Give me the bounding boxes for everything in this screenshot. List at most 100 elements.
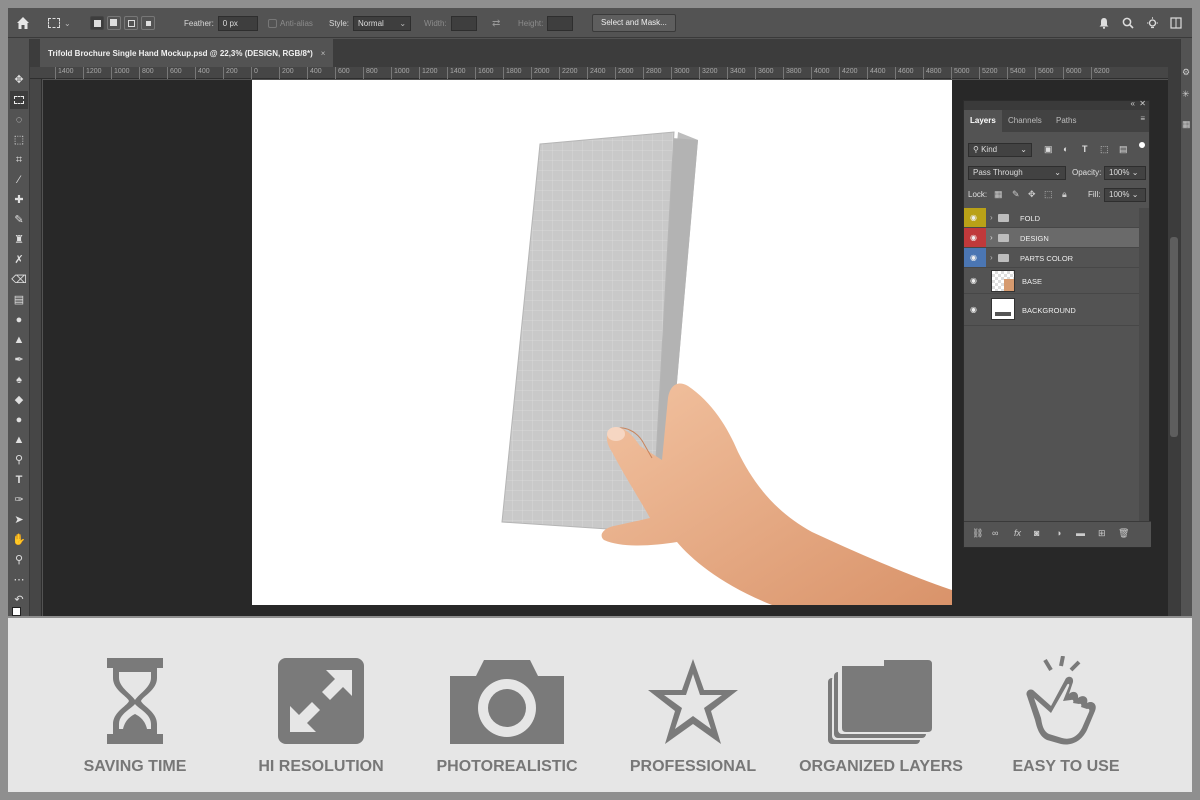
- lock-position-icon[interactable]: ✥: [1028, 189, 1036, 200]
- opacity-input[interactable]: 100% ⌄: [1104, 166, 1146, 180]
- features-strip: SAVING TIME HI RESOLUTION PHOTOREALISTIC…: [8, 618, 1192, 792]
- new-selection-button[interactable]: [90, 16, 104, 30]
- height-input[interactable]: [547, 15, 574, 31]
- workspace-button[interactable]: [1170, 8, 1182, 38]
- smudge-tool-icon[interactable]: ♠: [10, 371, 28, 389]
- notifications-button[interactable]: [1098, 8, 1110, 38]
- document-tab[interactable]: Trifold Brochure Single Hand Mockup.psd …: [40, 39, 334, 67]
- adjustments-icon[interactable]: ✳: [1182, 89, 1190, 100]
- width-input[interactable]: [450, 15, 477, 31]
- discover-button[interactable]: [1146, 8, 1159, 38]
- link-icon[interactable]: ⛓: [972, 528, 983, 539]
- pixel-filter-icon[interactable]: ▣: [1044, 144, 1053, 155]
- history-brush-icon[interactable]: ✗: [10, 251, 28, 269]
- object-selection-icon[interactable]: ⬚: [10, 131, 28, 149]
- chevron-right-icon[interactable]: ›: [990, 253, 993, 262]
- new-group-icon[interactable]: ▬: [1076, 528, 1085, 538]
- marquee-tool-preset[interactable]: ⌄: [48, 8, 71, 38]
- filter-kind-select[interactable]: ⚲ Kind ⌄: [968, 143, 1032, 157]
- eye-icon[interactable]: ◉: [970, 305, 977, 314]
- eye-icon[interactable]: ◉: [970, 213, 977, 222]
- panel-menu-icon[interactable]: ≡: [1140, 114, 1145, 123]
- search-button[interactable]: [1122, 8, 1134, 38]
- tab-channels[interactable]: Channels: [1002, 110, 1048, 132]
- eyedropper-tool-icon[interactable]: ⁄: [10, 171, 28, 189]
- marquee-tool-icon[interactable]: [10, 91, 28, 109]
- fill-tool-icon[interactable]: ◆: [10, 391, 28, 409]
- blend-mode-select[interactable]: Pass Through ⌄: [968, 166, 1066, 180]
- lightbulb-icon: [1147, 16, 1158, 28]
- subtract-selection-button[interactable]: [124, 16, 138, 30]
- document-canvas[interactable]: [252, 80, 952, 605]
- properties-icon[interactable]: ⚙: [1182, 67, 1190, 78]
- layer-row[interactable]: ◉ BASE: [964, 268, 1139, 294]
- tab-layers[interactable]: Layers: [964, 110, 1002, 132]
- eraser-tool-icon[interactable]: ⌫: [10, 271, 28, 289]
- eye-icon[interactable]: ◉: [970, 233, 977, 242]
- filter-kind-value: Kind: [981, 145, 998, 154]
- layers-scrollbar[interactable]: [1139, 208, 1149, 523]
- adjustment-icon[interactable]: ◑: [1056, 528, 1061, 538]
- crop-tool-icon[interactable]: ⌗: [10, 151, 28, 169]
- type-filter-icon[interactable]: T: [1082, 144, 1088, 154]
- mask-icon[interactable]: ◙: [1034, 528, 1039, 538]
- swap-icon[interactable]: ⇄: [492, 8, 500, 38]
- scroll-thumb[interactable]: [1170, 237, 1178, 437]
- feather-input[interactable]: 0 px: [217, 15, 258, 31]
- trash-icon[interactable]: 🗑︎: [1118, 528, 1129, 539]
- close-tab-icon[interactable]: ×: [321, 49, 326, 58]
- layer-row[interactable]: ◉ BACKGROUND: [964, 294, 1139, 326]
- chevron-right-icon[interactable]: ›: [990, 233, 993, 242]
- style-select[interactable]: Normal ⌄: [353, 15, 412, 31]
- new-layer-icon[interactable]: ⊞: [1098, 528, 1106, 539]
- hand-tool-icon[interactable]: ✋: [10, 531, 28, 549]
- libraries-icon[interactable]: ▦: [1182, 119, 1191, 130]
- fx-icon[interactable]: fx: [1014, 528, 1021, 538]
- intersect-selection-button[interactable]: [141, 16, 155, 30]
- layer-row-selected[interactable]: ◉ › DESIGN: [964, 228, 1139, 248]
- shape-filter-icon[interactable]: ⬚: [1100, 144, 1109, 155]
- path-selection-icon[interactable]: ✑: [10, 491, 28, 509]
- close-panel-icon[interactable]: ✕: [1139, 99, 1146, 108]
- lock-transparent-icon[interactable]: ▦: [994, 189, 1003, 200]
- antialias-checkbox[interactable]: [268, 18, 277, 28]
- gradient-tool-icon[interactable]: ▤: [10, 291, 28, 309]
- layer-row[interactable]: ◉ › FOLD: [964, 208, 1139, 228]
- zoom-tool-icon[interactable]: ⚲: [10, 551, 28, 569]
- lock-artboard-icon[interactable]: ⬚: [1044, 189, 1053, 200]
- antialias-label: Anti-alias: [280, 18, 313, 28]
- blur-drop-icon[interactable]: ●: [10, 411, 28, 429]
- eye-icon[interactable]: ◉: [970, 276, 977, 285]
- type-tool-icon[interactable]: T: [10, 471, 28, 489]
- sharpen-tool-icon[interactable]: ▲: [10, 431, 28, 449]
- blur-tool-icon[interactable]: ●: [10, 311, 28, 329]
- fill-input[interactable]: 100% ⌄: [1104, 188, 1146, 202]
- eye-icon[interactable]: ◉: [970, 253, 977, 262]
- filter-toggle-icon[interactable]: [1139, 142, 1145, 148]
- lasso-tool-icon[interactable]: ◌: [10, 111, 28, 129]
- smart-object-filter-icon[interactable]: ▤: [1119, 144, 1128, 155]
- collapse-icon[interactable]: «: [1131, 99, 1135, 108]
- stamp-tool-icon[interactable]: ♜: [10, 231, 28, 249]
- adjustment-filter-icon[interactable]: ◐: [1063, 144, 1068, 154]
- home-button[interactable]: [16, 8, 30, 38]
- pen-tool-icon[interactable]: ✒: [10, 351, 28, 369]
- more-tools-icon[interactable]: ⋯: [10, 571, 28, 589]
- brush-tool-icon[interactable]: ✎: [10, 211, 28, 229]
- fill-label: Fill:: [1088, 190, 1101, 199]
- lock-pixels-icon[interactable]: ✎: [1012, 189, 1020, 200]
- dodge-tool-icon[interactable]: ▲: [10, 331, 28, 349]
- select-and-mask-button[interactable]: Select and Mask...: [592, 14, 676, 32]
- layer-row[interactable]: ◉ › PARTS COLOR: [964, 248, 1139, 268]
- chain-icon[interactable]: ∞: [992, 528, 998, 538]
- vertical-scrollbar[interactable]: [1168, 67, 1180, 616]
- chevron-right-icon[interactable]: ›: [990, 213, 993, 222]
- direct-selection-icon[interactable]: ➤: [10, 511, 28, 529]
- tab-paths[interactable]: Paths: [1050, 110, 1082, 132]
- move-tool-icon[interactable]: ✥: [10, 71, 28, 89]
- dodge-alt-icon[interactable]: ⚲: [10, 451, 28, 469]
- lock-all-icon[interactable]: 🔒︎: [1062, 189, 1067, 200]
- foreground-color-swatch[interactable]: [12, 607, 21, 616]
- add-selection-button[interactable]: [107, 16, 121, 30]
- healing-brush-icon[interactable]: ✚: [10, 191, 28, 209]
